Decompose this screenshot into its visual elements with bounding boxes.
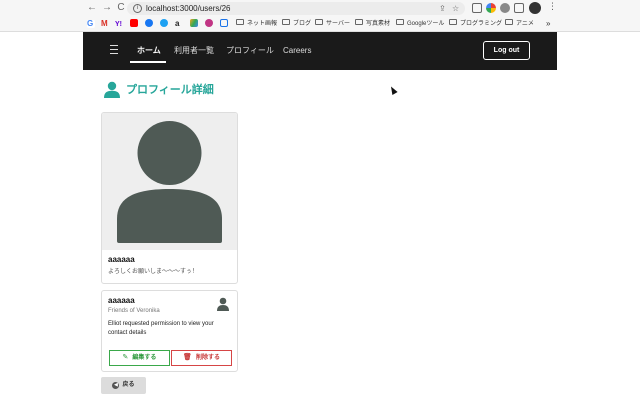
delete-button[interactable]: 🗑 削除する: [171, 350, 232, 366]
folder-icon: [449, 19, 457, 25]
request-name: aaaaaa: [108, 296, 135, 305]
nav-item-profile[interactable]: プロフィール: [226, 46, 274, 56]
bookmark-twitter[interactable]: [160, 19, 170, 29]
avatar-placeholder-icon: [117, 121, 222, 243]
bookmark-yahoo[interactable]: Y!: [115, 19, 125, 29]
bookmark-folder[interactable]: ネット画報: [236, 19, 277, 29]
forward-arrow-icon[interactable]: →: [101, 2, 113, 14]
page-title: プロフィール詳細: [126, 84, 214, 96]
browser-profile-avatar[interactable]: [529, 2, 541, 14]
bookmark-folder[interactable]: ブログ: [282, 19, 311, 29]
drive-icon: [190, 19, 198, 27]
bookmark-instagram[interactable]: [205, 19, 215, 29]
sidebar-icon[interactable]: [514, 3, 524, 13]
bookmark-folder[interactable]: Googleツール: [396, 19, 444, 29]
request-subtitle: Friends of Veronika: [108, 308, 160, 314]
folder-icon: [282, 19, 290, 25]
extensions-puzzle-icon[interactable]: [500, 3, 510, 13]
user-icon: [217, 297, 229, 311]
bookmark-youtube[interactable]: [130, 19, 140, 29]
google-icon: G: [87, 19, 95, 28]
profile-bio: よろしくお願いしま〜〜〜すぅ！: [108, 269, 198, 275]
profile-image: [102, 113, 237, 250]
back-circle-icon: ◀: [112, 382, 120, 389]
address-bar[interactable]: i localhost:3000/users/26 ⇪ ☆: [127, 2, 465, 15]
trash-icon: 🗑: [183, 354, 192, 361]
twitter-icon: [160, 19, 168, 27]
folder-icon: [236, 19, 244, 25]
facebook-icon: [145, 19, 153, 27]
bookmark-folder[interactable]: 写真素材: [355, 19, 390, 29]
youtube-icon: [130, 19, 138, 27]
docs-icon: [220, 19, 228, 27]
folder-icon: [396, 19, 404, 25]
hamburger-menu-icon[interactable]: [110, 45, 118, 55]
user-icon: [104, 81, 120, 98]
nav-item-careers[interactable]: Careers: [283, 46, 311, 56]
browser-menu-icon[interactable]: ⋮: [548, 1, 557, 12]
edit-button[interactable]: ✎ 編集する: [109, 350, 170, 366]
bookmark-folder[interactable]: プログラミング: [449, 19, 502, 29]
browser-toolbar: ← → C i localhost:3000/users/26 ⇪ ☆ ⋮: [0, 0, 640, 17]
logout-button[interactable]: Log out: [483, 41, 530, 60]
folder-icon: [315, 19, 323, 25]
folder-icon: [505, 19, 513, 25]
info-icon[interactable]: i: [133, 4, 142, 13]
yahoo-icon: Y!: [115, 21, 122, 28]
app-navbar: ホーム 利用者一覧 プロフィール Careers Log out: [83, 32, 557, 70]
instagram-icon: [205, 19, 213, 27]
browser-chrome: ← → C i localhost:3000/users/26 ⇪ ☆ ⋮ G …: [0, 0, 640, 32]
bookmark-gmail[interactable]: M: [101, 19, 111, 29]
mouse-cursor-icon: [388, 85, 398, 95]
amazon-icon: a: [175, 19, 180, 28]
bookmark-folder[interactable]: アニメ: [505, 19, 534, 29]
more-bookmarks-icon[interactable]: »: [546, 19, 550, 29]
bookmark-drive[interactable]: [190, 19, 200, 29]
request-card: aaaaaa Friends of Veronika Elliot reques…: [101, 290, 238, 372]
nav-item-users[interactable]: 利用者一覧: [174, 46, 214, 56]
active-nav-underline: [130, 61, 166, 63]
profile-name: aaaaaa: [108, 255, 135, 264]
share-icon[interactable]: ⇪: [439, 3, 446, 14]
bookmark-facebook[interactable]: [145, 19, 155, 29]
bookmark-google[interactable]: G: [87, 19, 97, 29]
bookmark-folder[interactable]: サーバー: [315, 19, 350, 29]
bookmark-amazon[interactable]: a: [175, 19, 185, 29]
camera-icon[interactable]: [472, 3, 482, 13]
folder-icon: [355, 19, 363, 25]
extension-color-icon[interactable]: [486, 3, 496, 13]
bookmarks-bar: G M Y! a ネット画報 ブログ サーバー 写真素材 Googleツール プ…: [0, 17, 640, 31]
edit-icon: ✎: [122, 354, 129, 361]
profile-card: aaaaaa よろしくお願いしま〜〜〜すぅ！: [101, 112, 238, 284]
bookmark-star-icon[interactable]: ☆: [452, 3, 459, 14]
back-arrow-icon[interactable]: ←: [86, 2, 98, 14]
back-button[interactable]: ◀ 戻る: [101, 377, 146, 394]
bookmark-docs[interactable]: [220, 19, 230, 29]
gmail-icon: M: [101, 19, 108, 28]
request-message: Elliot requested permission to view your…: [108, 321, 214, 336]
nav-item-home[interactable]: ホーム: [137, 46, 161, 56]
reload-icon[interactable]: C: [115, 2, 127, 14]
url-text: localhost:3000/users/26: [146, 4, 231, 13]
